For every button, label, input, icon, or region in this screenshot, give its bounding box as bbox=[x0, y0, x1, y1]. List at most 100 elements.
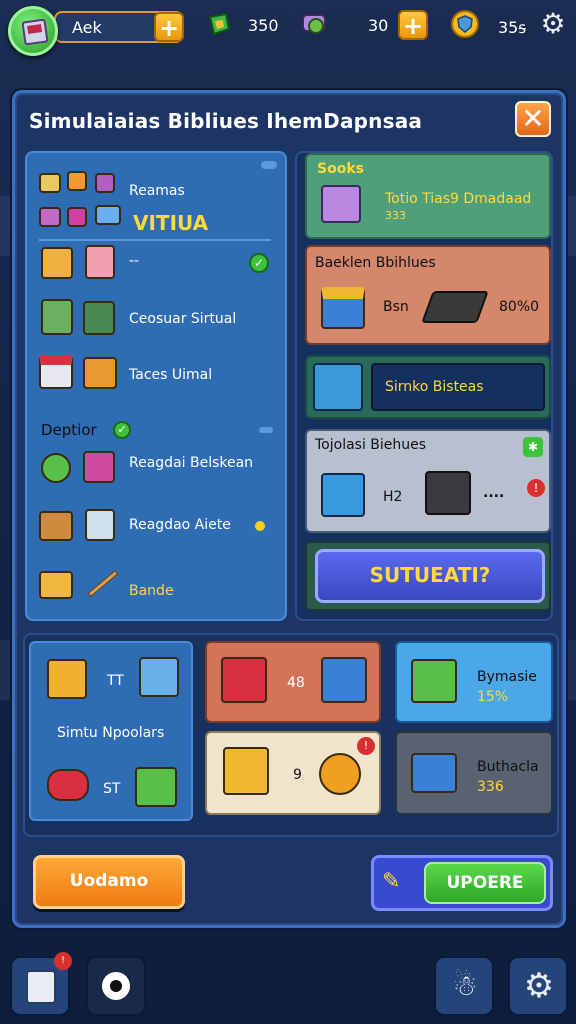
main-panel: Simulaiaias Bibliues IhemDapnsaa ✕ Reama… bbox=[12, 90, 566, 928]
list-item-label: -- bbox=[129, 253, 140, 269]
machine-icon bbox=[41, 299, 73, 335]
crate-icon bbox=[39, 571, 73, 599]
card-sooks[interactable]: Sooks Totio Tias9 Dmadaad 333 bbox=[305, 153, 551, 239]
list-item-6[interactable]: Reagdao Aiete bbox=[37, 505, 277, 555]
card-title: Baeklen Bbihlues bbox=[315, 255, 436, 271]
document-icon bbox=[41, 247, 73, 279]
stick-icon bbox=[87, 570, 119, 597]
list-item-label: Reamas bbox=[129, 183, 185, 199]
left-action-button[interactable]: Uodamo bbox=[33, 855, 185, 909]
anvil-icon bbox=[421, 291, 489, 323]
store-icon bbox=[411, 753, 457, 793]
shop-icon bbox=[321, 657, 367, 703]
machine-icon bbox=[83, 301, 115, 335]
bottom-label: Simtu Npoolars bbox=[57, 725, 165, 741]
list-item-4[interactable]: Taces Uimal bbox=[37, 353, 277, 403]
block-icon bbox=[95, 205, 121, 225]
check-icon: ✓ bbox=[113, 421, 131, 439]
cube-icon bbox=[135, 767, 177, 807]
list-item-label: Bande bbox=[129, 583, 174, 599]
add-tickets-button[interactable]: + bbox=[398, 10, 428, 40]
block-icon bbox=[67, 207, 87, 227]
player-name: Aek bbox=[72, 18, 102, 37]
box-icon bbox=[139, 657, 179, 697]
profile-dock-button[interactable]: ☃ bbox=[434, 956, 494, 1016]
resource-tickets: 30 + bbox=[300, 10, 428, 41]
card-mid: H2 bbox=[383, 489, 403, 505]
cabinet-icon bbox=[85, 245, 115, 279]
card-sirnko[interactable]: Sirnko Bisteas bbox=[305, 355, 551, 419]
settings-dock-button[interactable]: ⚙ bbox=[508, 956, 568, 1016]
gem-icon bbox=[208, 12, 231, 36]
panel-title: Simulaiaias Bibliues IhemDapnsaa bbox=[29, 109, 423, 133]
upgrade-button[interactable]: UPOERE bbox=[424, 862, 546, 904]
chest-icon bbox=[39, 511, 73, 541]
card-dots: .... bbox=[483, 485, 505, 501]
coins-value: 35ꟊ bbox=[498, 18, 527, 37]
tickets-value: 30 bbox=[368, 16, 389, 35]
right-panel: Sooks Totio Tias9 Dmadaad 333 Baeklen Bb… bbox=[295, 151, 553, 621]
action-button[interactable]: SUTUEATI? bbox=[315, 549, 545, 603]
card-title: Sooks bbox=[317, 161, 364, 177]
resource-gems: 350 bbox=[208, 11, 290, 41]
cube-icon bbox=[21, 18, 49, 46]
robot-icon bbox=[223, 747, 269, 795]
player-name-bar: Aek + bbox=[54, 11, 184, 43]
house-icon bbox=[321, 185, 361, 223]
tool-icon bbox=[313, 363, 363, 411]
building-icon bbox=[26, 970, 56, 1004]
bottom-grid: TT Simtu Npoolars ST 48 9 ! Bymasie 15% … bbox=[23, 633, 559, 837]
bottom-value: ST bbox=[103, 781, 121, 797]
printer-icon bbox=[85, 509, 115, 541]
check-icon: ✓ bbox=[249, 253, 269, 273]
block-icon bbox=[67, 171, 87, 191]
sparkle-icon: ✱ bbox=[523, 437, 543, 457]
list-item-label: Ceosuar Sirtual bbox=[129, 311, 237, 327]
cannon-icon bbox=[47, 769, 89, 801]
bottom-title: Buthacla bbox=[477, 759, 539, 775]
player-avatar[interactable] bbox=[8, 6, 58, 56]
alert-icon: ! bbox=[357, 737, 375, 755]
settings-gear-icon[interactable]: ⚙ bbox=[538, 10, 568, 40]
bottom-card-buthacla[interactable]: Buthacla 336 bbox=[395, 731, 553, 815]
bottom-card-red[interactable]: 48 bbox=[205, 641, 381, 723]
notification-badge: ! bbox=[54, 952, 72, 970]
gift-box-icon bbox=[321, 287, 365, 329]
list-item-2[interactable]: -- ✓ bbox=[37, 243, 277, 293]
card-title: Tojolasi Biehues bbox=[315, 437, 427, 453]
bottom-value: 336 bbox=[477, 779, 504, 795]
card-tojolasi[interactable]: Tojolasi Biehues ✱ H2 .... ! bbox=[305, 429, 551, 533]
list-item-7[interactable]: Bande bbox=[37, 563, 277, 613]
card-text: Totio Tias9 Dmadaad bbox=[385, 191, 532, 207]
tool-icon bbox=[83, 451, 115, 483]
clock-icon bbox=[41, 453, 71, 483]
bottom-card-bymasie[interactable]: Bymasie 15% bbox=[395, 641, 553, 723]
close-button[interactable]: ✕ bbox=[515, 101, 551, 137]
house-icon bbox=[321, 473, 365, 517]
left-list: Reamas VITIUA -- ✓ Ceosuar Sirtual Taces… bbox=[25, 151, 287, 621]
chest-icon bbox=[221, 657, 267, 703]
block-icon bbox=[95, 173, 115, 193]
add-profile-button[interactable]: + bbox=[154, 12, 184, 42]
card-baeklen[interactable]: Baeklen Bbihlues Bsn 80%0 bbox=[305, 245, 551, 345]
list-item-5[interactable]: Reagdai Belskean bbox=[37, 449, 277, 499]
bottom-card-cream[interactable]: 9 ! bbox=[205, 731, 381, 815]
record-dock-button[interactable] bbox=[86, 956, 146, 1016]
wrench-icon: ✎ bbox=[382, 869, 401, 894]
section-label: Deptior bbox=[41, 421, 97, 439]
card-mid: Bsn bbox=[383, 299, 409, 315]
bottom-value: 9 bbox=[293, 767, 302, 783]
machine-icon bbox=[425, 471, 471, 515]
bottom-value: 15% bbox=[477, 689, 509, 705]
shop-dock-button[interactable]: ! bbox=[10, 952, 72, 1016]
status-dot bbox=[255, 521, 265, 531]
list-heading: VITIUA bbox=[133, 211, 209, 235]
list-item-3[interactable]: Ceosuar Sirtual bbox=[37, 299, 277, 349]
coin-shield-icon bbox=[451, 10, 479, 38]
bottom-card-simtu[interactable]: TT Simtu Npoolars ST bbox=[29, 641, 193, 821]
bottom-value: TT bbox=[107, 673, 124, 689]
bottom-title: Bymasie bbox=[477, 669, 537, 685]
card-value: 80%0 bbox=[499, 299, 540, 315]
list-item-label: Taces Uimal bbox=[129, 367, 213, 383]
right-action-group: ✎ UPOERE bbox=[371, 855, 553, 911]
